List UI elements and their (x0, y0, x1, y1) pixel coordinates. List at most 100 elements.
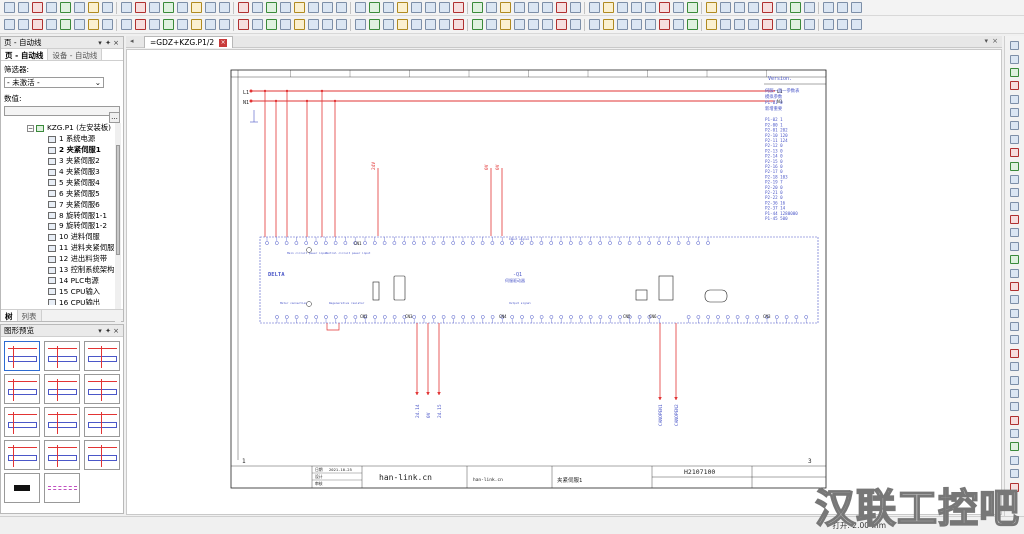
toolbar1-button-63[interactable] (822, 2, 834, 13)
tree-page-item[interactable]: 16 CPU输出 (1, 297, 115, 305)
toolbar1-button-41[interactable] (541, 2, 553, 13)
toolbar1-button-20[interactable] (265, 2, 277, 13)
tab-devices[interactable]: 设备 - 自动线 (48, 49, 103, 60)
toolbar2-button-15[interactable] (204, 19, 216, 30)
preview-thumbnail[interactable] (84, 440, 120, 470)
toolbar2-button-41[interactable] (541, 19, 553, 30)
close-icon[interactable]: × (112, 39, 120, 47)
toolbar2-button-39[interactable] (513, 19, 525, 30)
toolbar1-button-11[interactable] (148, 2, 160, 13)
toolbar1-button-7[interactable] (101, 2, 113, 13)
toolbar2-button-9[interactable] (120, 19, 132, 30)
toolbar2-button-10[interactable] (134, 19, 146, 30)
toolbar2-button-36[interactable] (471, 19, 483, 30)
pin-icon[interactable]: ▾ (96, 39, 104, 47)
toolbar1-button-3[interactable] (45, 2, 57, 13)
toolbar2-button-24[interactable] (321, 19, 333, 30)
toolbar1-button-24[interactable] (321, 2, 333, 13)
toolbar2-button-40[interactable] (527, 19, 539, 30)
toolbar2-button-25[interactable] (335, 19, 347, 30)
toolbar1-button-65[interactable] (850, 2, 862, 13)
toolbar2-button-14[interactable] (190, 19, 202, 30)
tree-page-item[interactable]: 15 CPU输入 (1, 286, 115, 297)
preview-thumbnail[interactable] (84, 374, 120, 404)
toolbar1-button-51[interactable] (672, 2, 684, 13)
toolbar1-button-10[interactable] (134, 2, 146, 13)
toolbar2-button-58[interactable] (761, 19, 773, 30)
toolbar1-button-6[interactable] (87, 2, 99, 13)
toolbar1-button-43[interactable] (569, 2, 581, 13)
toolbar1-button-1[interactable] (17, 2, 29, 13)
toolbar2-button-47[interactable] (616, 19, 628, 30)
document-tab[interactable]: =GDZ+KZG.P1/2 × (144, 36, 234, 48)
toolbar1-button-57[interactable] (747, 2, 759, 13)
toolbar1-button-29[interactable] (382, 2, 394, 13)
right-tool-button-8[interactable] (1010, 148, 1019, 158)
toolbar2-button-20[interactable] (265, 19, 277, 30)
toolbar2-button-0[interactable] (3, 19, 15, 30)
close-icon[interactable]: × (112, 327, 120, 335)
preview-thumbnail[interactable] (4, 407, 40, 437)
toolbar2-button-23[interactable] (307, 19, 319, 30)
right-tool-button-3[interactable] (1010, 81, 1019, 91)
toolbar2-button-16[interactable] (218, 19, 230, 30)
toolbar2-button-43[interactable] (569, 19, 581, 30)
toolbar2-button-48[interactable] (630, 19, 642, 30)
right-tool-button-31[interactable] (1010, 455, 1019, 465)
toolbar2-button-2[interactable] (31, 19, 43, 30)
toolbar2-button-63[interactable] (822, 19, 834, 30)
preview-thumbnail[interactable] (44, 473, 80, 503)
toolbar2-button-34[interactable] (452, 19, 464, 30)
toolbar2-button-37[interactable] (485, 19, 497, 30)
toolbar2-button-18[interactable] (237, 19, 249, 30)
toolbar2-button-65[interactable] (850, 19, 862, 30)
toolbar1-button-50[interactable] (658, 2, 670, 13)
right-tool-button-1[interactable] (1010, 54, 1019, 64)
toolbar1-button-54[interactable] (705, 2, 717, 13)
preview-thumbnail[interactable] (44, 374, 80, 404)
toolbar1-button-40[interactable] (527, 2, 539, 13)
right-tool-button-26[interactable] (1010, 388, 1019, 398)
toolbar2-button-56[interactable] (733, 19, 745, 30)
toolbar2-button-54[interactable] (705, 19, 717, 30)
toolbar2-button-55[interactable] (719, 19, 731, 30)
toolbar1-button-36[interactable] (471, 2, 483, 13)
toolbar1-button-28[interactable] (368, 2, 380, 13)
toolbar1-button-45[interactable] (588, 2, 600, 13)
toolbar2-button-5[interactable] (73, 19, 85, 30)
tab-list-icon[interactable]: ▾ (984, 37, 988, 45)
tree-page-item[interactable]: 13 控制系统架构 (1, 265, 115, 276)
collapse-icon[interactable]: − (27, 124, 34, 132)
toolbar1-button-19[interactable] (251, 2, 263, 13)
toolbar2-button-32[interactable] (424, 19, 436, 30)
toolbar2-button-45[interactable] (588, 19, 600, 30)
right-tool-button-29[interactable] (1010, 429, 1019, 439)
toolbar2-button-51[interactable] (672, 19, 684, 30)
toolbar2-button-11[interactable] (148, 19, 160, 30)
tab-scroll-left-icon[interactable]: ◂ (130, 37, 134, 45)
toolbar2-button-42[interactable] (555, 19, 567, 30)
toolbar1-button-37[interactable] (485, 2, 497, 13)
pin-icon[interactable]: ▾ (96, 327, 104, 335)
toolbar2-button-31[interactable] (410, 19, 422, 30)
toolbar1-button-12[interactable] (162, 2, 174, 13)
preview-thumbnail[interactable] (4, 473, 40, 503)
right-tool-button-9[interactable] (1010, 161, 1019, 171)
right-tool-button-16[interactable] (1010, 255, 1019, 265)
right-tool-button-10[interactable] (1010, 174, 1019, 184)
right-tool-button-18[interactable] (1010, 281, 1019, 291)
toolbar1-button-2[interactable] (31, 2, 43, 13)
toolbar1-button-58[interactable] (761, 2, 773, 13)
toolbar2-button-3[interactable] (45, 19, 57, 30)
scrollbar-thumb[interactable] (116, 145, 120, 255)
right-tool-button-15[interactable] (1010, 241, 1019, 251)
toolbar1-button-14[interactable] (190, 2, 202, 13)
toolbar1-button-23[interactable] (307, 2, 319, 13)
right-tool-button-20[interactable] (1010, 308, 1019, 318)
toolbar1-button-59[interactable] (775, 2, 787, 13)
toolbar1-button-27[interactable] (354, 2, 366, 13)
tab-pages[interactable]: 页 - 自动线 (1, 49, 49, 60)
toolbar1-button-5[interactable] (73, 2, 85, 13)
right-tool-button-14[interactable] (1010, 228, 1019, 238)
toolbar2-button-19[interactable] (251, 19, 263, 30)
